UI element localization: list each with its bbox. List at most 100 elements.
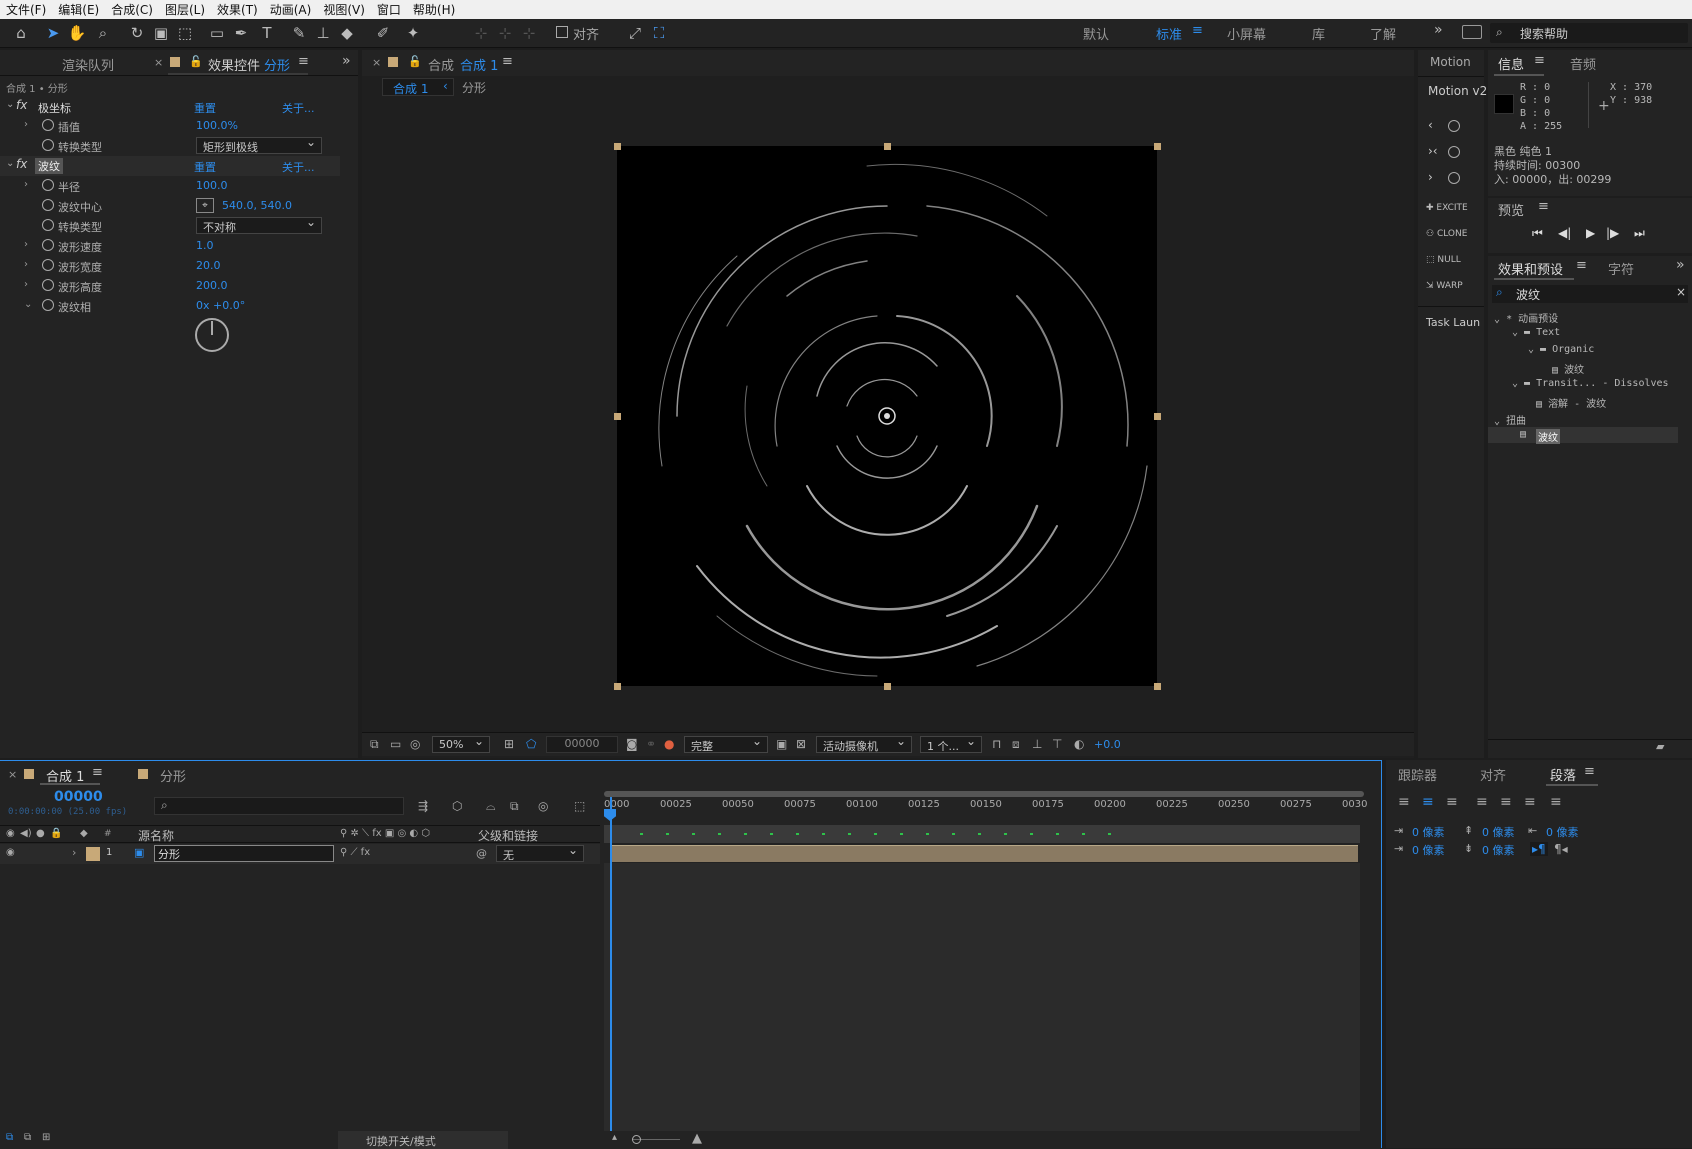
menu-layer[interactable]: 图层(L) — [159, 1, 211, 18]
menu-file[interactable]: 文件(F) — [0, 1, 52, 18]
solo-icon[interactable]: ● — [36, 828, 45, 839]
toggle-pixel-icon[interactable]: ⊓ — [992, 737, 1001, 751]
ltr-text-icon[interactable]: ▸¶ — [1530, 842, 1548, 856]
tab-effect-controls[interactable]: 效果控件 — [208, 55, 260, 74]
expand-panel-icon[interactable]: » — [342, 53, 351, 69]
menu-composition[interactable]: 合成(C) — [105, 1, 159, 18]
puppet-tool-icon[interactable]: ✦ — [402, 22, 424, 44]
tree-effect-ripple-row[interactable]: ▤ 波纹 — [1488, 427, 1678, 444]
hand-tool-icon[interactable]: ✋ — [66, 22, 88, 44]
mask-icon[interactable]: ◎ — [410, 737, 420, 751]
effect-polar-coordinates[interactable]: ⌄ fx 极坐标 重置 关于... — [0, 97, 340, 117]
tab-render-queue[interactable]: 渲染队列 — [62, 55, 114, 74]
eye-icon[interactable]: ◉ — [6, 828, 15, 839]
lock-icon[interactable]: 🔓 — [408, 55, 422, 68]
tree-animation-presets[interactable]: ⌄ * 动画预设 — [1494, 310, 1558, 325]
fx-icon[interactable]: fx — [16, 157, 27, 171]
workspace-learn[interactable]: 了解 — [1370, 24, 1396, 43]
effect-ripple[interactable]: ⌄ fx 波纹 重置 关于... — [0, 156, 340, 176]
roto-brush-tool-icon[interactable]: ✐ — [372, 22, 394, 44]
last-frame-icon[interactable]: ⏭ — [1634, 226, 1645, 241]
brush-tool-icon[interactable]: ✎ — [288, 22, 310, 44]
parent-dropdown[interactable]: 无 — [496, 843, 584, 862]
panel-menu-icon[interactable]: ≡ — [298, 54, 309, 69]
play-icon[interactable]: ▶ — [1586, 226, 1595, 240]
conversion-type-dropdown[interactable]: 不对称 — [196, 215, 322, 234]
panel-menu-icon[interactable]: ≡ — [1538, 199, 1549, 214]
monitor-icon[interactable]: ▭ — [390, 737, 401, 751]
crosshair-icon[interactable]: ⌖ — [196, 198, 214, 213]
always-preview-icon[interactable]: ⧉ — [370, 737, 379, 752]
type-tool-icon[interactable]: T — [256, 22, 278, 44]
prop-value[interactable]: 0x +0.0° — [196, 299, 245, 312]
rotate-tool-icon[interactable]: ↻ — [126, 22, 148, 44]
chevron-right-icon[interactable]: › — [24, 259, 28, 270]
stopwatch-icon[interactable] — [42, 199, 54, 211]
tab-tracker[interactable]: 跟踪器 — [1398, 765, 1437, 784]
home-icon[interactable]: ⌂ — [10, 22, 32, 44]
frame-blend-icon[interactable]: ⧉ — [510, 799, 519, 814]
layer-duration-bar[interactable] — [610, 845, 1358, 862]
prev-frame-icon[interactable]: ◀| — [1558, 226, 1571, 240]
time-ruler[interactable]: 0000 00025 00050 00075 00100 00125 00150… — [604, 797, 1367, 821]
presets-search-input[interactable]: 波纹 — [1516, 286, 1540, 303]
resolution-dropdown[interactable]: 完整 — [684, 734, 768, 753]
current-time-indicator[interactable] — [610, 797, 612, 1143]
show-snapshot-icon[interactable]: ⚭ — [646, 737, 656, 751]
tab-align[interactable]: 对齐 — [1480, 765, 1506, 784]
transform-handle[interactable] — [614, 143, 621, 150]
workspace-default[interactable]: 默认 — [1083, 24, 1109, 43]
shy-icon[interactable]: ⌓ — [486, 799, 496, 814]
timeline-icon[interactable]: ⊥ — [1032, 737, 1042, 751]
snap-option-icon[interactable]: ⤢ — [624, 22, 646, 44]
prop-value[interactable]: 20.0 — [196, 259, 221, 272]
indent-right-field[interactable]: 0 像素 — [1546, 824, 1579, 840]
stopwatch-icon[interactable] — [42, 239, 54, 251]
label-icon[interactable]: ◆ — [80, 828, 88, 839]
graph-editor-icon[interactable]: ⬚ — [574, 799, 585, 813]
tab-character[interactable]: 字符 — [1608, 259, 1634, 278]
menu-help[interactable]: 帮助(H) — [407, 1, 461, 18]
justify-all-icon[interactable]: ≡ — [1550, 794, 1562, 810]
timeline-track-area[interactable] — [604, 863, 1360, 1143]
audio-icon[interactable]: ◀) — [20, 828, 32, 839]
exposure-value[interactable]: +0.0 — [1094, 738, 1121, 751]
layer-label-color[interactable] — [86, 847, 100, 861]
transform-handle[interactable] — [1154, 143, 1161, 150]
breadcrumb-layer[interactable]: 分形 — [462, 79, 486, 96]
transform-handle[interactable] — [1154, 413, 1161, 420]
prop-value[interactable]: 540.0, 540.0 — [222, 199, 292, 212]
help-search-input[interactable]: 搜索帮助 — [1520, 25, 1568, 42]
prop-value[interactable]: 100.0% — [196, 119, 238, 132]
stopwatch-icon[interactable] — [42, 259, 54, 271]
space-before-field[interactable]: 0 像素 — [1482, 824, 1515, 840]
lock-icon[interactable]: 🔒 — [50, 828, 62, 839]
close-tab-icon[interactable]: × — [372, 56, 381, 69]
chevron-right-icon[interactable]: › — [24, 279, 28, 290]
safe-margins-icon[interactable]: ⊞ — [504, 737, 514, 751]
selection-tool-icon[interactable]: ➤ — [42, 22, 64, 44]
reset-link[interactable]: 重置 — [194, 159, 216, 175]
null-button[interactable]: ⬚ NULL — [1426, 255, 1461, 265]
zoom-tool-icon[interactable]: ⌕ — [92, 22, 114, 44]
transform-handle[interactable] — [614, 413, 621, 420]
first-frame-icon[interactable]: ⏮ — [1532, 226, 1543, 241]
workspace-card-icon[interactable] — [1462, 25, 1482, 39]
workspace-menu-icon[interactable]: ≡ — [1192, 23, 1203, 38]
transform-handle[interactable] — [614, 683, 621, 690]
stopwatch-icon[interactable] — [42, 139, 54, 151]
clone-button[interactable]: ⚇ CLONE — [1426, 229, 1467, 239]
first-line-indent-field[interactable]: 0 像素 — [1412, 842, 1445, 858]
col-parent-link[interactable]: 父级和链接 — [478, 827, 538, 844]
tree-transitions-folder[interactable]: ⌄ ▬ Transit... - Dissolves — [1512, 378, 1669, 389]
prop-value[interactable]: 1.0 — [196, 239, 214, 252]
tab-paragraph[interactable]: 段落 — [1550, 765, 1576, 784]
tree-text-folder[interactable]: ⌄ ▬ Text — [1512, 327, 1560, 338]
help-search-box[interactable]: ⌕ 搜索帮助 — [1490, 23, 1688, 43]
timeline-search-box[interactable]: ⌕ — [154, 797, 404, 815]
lock-icon[interactable]: 🔓 — [189, 55, 203, 68]
stopwatch-icon[interactable] — [42, 299, 54, 311]
stopwatch-icon[interactable] — [42, 279, 54, 291]
snapshot-icon[interactable]: ◙ — [626, 737, 638, 751]
zoom-dropdown[interactable]: 50% — [432, 734, 490, 753]
